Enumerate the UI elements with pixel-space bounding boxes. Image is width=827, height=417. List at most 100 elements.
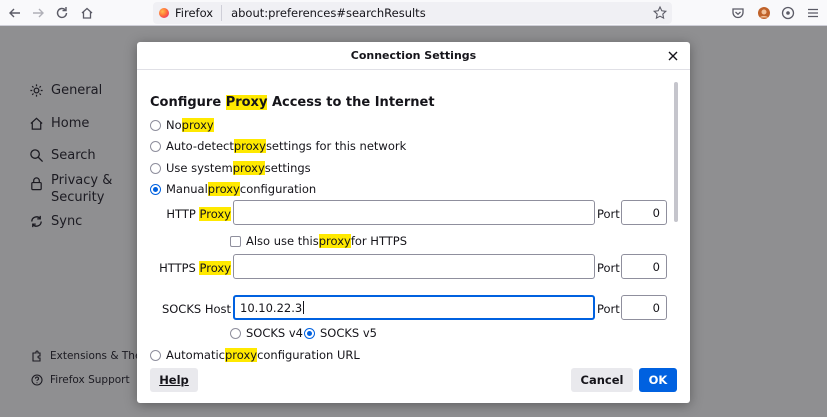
connection-settings-dialog: Connection Settings Configure Proxy Acce… xyxy=(137,42,690,403)
sidebar-item-label: Search xyxy=(51,147,96,163)
sidebar-item-label-2: Security xyxy=(51,190,105,205)
option-highlight: proxy xyxy=(224,348,258,362)
option-label-2: settings xyxy=(264,161,311,175)
lock-icon xyxy=(28,175,44,191)
search-icon xyxy=(28,147,44,163)
firefox-logo-icon xyxy=(159,8,169,18)
pocket-icon[interactable] xyxy=(728,3,748,23)
sidebar-item-privacy[interactable]: Privacy & Security xyxy=(28,172,112,206)
dialog-title: Connection Settings xyxy=(350,49,477,62)
option-label: SOCKS v4 xyxy=(246,326,304,340)
option-label: Automatic xyxy=(166,348,225,362)
radio-no-proxy[interactable]: No proxy xyxy=(150,118,214,132)
http-port-input[interactable]: 0 xyxy=(621,200,667,225)
sidebar-footer-label: Firefox Support xyxy=(50,373,130,386)
ok-button[interactable]: OK xyxy=(639,368,677,392)
socks-port-label: Port xyxy=(597,302,620,316)
radio-button[interactable] xyxy=(150,119,161,131)
sidebar-item-label: Privacy & xyxy=(51,173,113,188)
http-proxy-input[interactable] xyxy=(233,200,595,225)
reload-icon[interactable] xyxy=(52,3,72,23)
checkbox[interactable] xyxy=(230,235,241,247)
section-title-text: Configure xyxy=(150,95,226,110)
section-title-text-2: Access to the Internet xyxy=(267,95,435,110)
sidebar-item-label: General xyxy=(51,82,103,98)
radio-manual-proxy[interactable]: Manual proxy configuration xyxy=(150,182,316,196)
socks-host-value: 10.10.22.3 xyxy=(240,300,303,315)
label-highlight: Proxy xyxy=(199,261,231,275)
sidebar-item-sync[interactable]: Sync xyxy=(28,213,82,229)
home-icon[interactable] xyxy=(77,3,97,23)
also-use-for-https-checkbox[interactable]: Also use this proxy for HTTPS xyxy=(230,234,407,248)
sidebar-footer-support[interactable]: Firefox Support xyxy=(30,373,130,386)
help-button[interactable]: Help xyxy=(150,368,198,392)
option-label: Use system xyxy=(166,161,233,175)
radio-auto-detect[interactable]: Auto-detect proxy settings for this netw… xyxy=(150,139,406,153)
checkbox-highlight: proxy xyxy=(318,234,351,248)
radio-button[interactable] xyxy=(150,349,161,361)
sidebar-item-general[interactable]: General xyxy=(28,82,102,98)
radio-system-proxy[interactable]: Use system proxy settings xyxy=(150,161,311,175)
https-proxy-label: HTTPS Proxy xyxy=(151,261,231,275)
http-proxy-label: HTTP Proxy xyxy=(157,207,231,221)
extensions-icon[interactable] xyxy=(778,3,798,23)
sidebar-footer-extensions[interactable]: Extensions & The xyxy=(30,349,141,362)
https-proxy-input[interactable] xyxy=(233,254,595,279)
radio-auto-config-url[interactable]: Automatic proxy configuration URL xyxy=(150,348,360,362)
radio-button[interactable] xyxy=(304,327,315,339)
url-text[interactable]: about:preferences#searchResults xyxy=(222,6,426,20)
forward-arrow-icon[interactable] xyxy=(28,3,48,23)
http-port-label: Port xyxy=(597,207,620,221)
https-port-input[interactable]: 0 xyxy=(621,254,667,279)
section-title: Configure Proxy Access to the Internet xyxy=(150,95,435,110)
radio-button[interactable] xyxy=(150,162,161,174)
socks-host-input[interactable]: 10.10.22.3 xyxy=(233,295,595,320)
radio-button[interactable] xyxy=(150,140,161,152)
close-icon[interactable] xyxy=(665,48,681,64)
option-label: No xyxy=(166,118,182,132)
checkbox-label-2: for HTTPS xyxy=(350,234,408,248)
label-text: HTTPS xyxy=(159,261,200,275)
dialog-scrollbar[interactable] xyxy=(674,82,678,222)
url-bar[interactable]: Firefox about:preferences#searchResults xyxy=(153,2,672,24)
menu-icon[interactable] xyxy=(803,3,823,23)
option-highlight: proxy xyxy=(232,161,265,175)
bookmark-star-icon[interactable] xyxy=(652,5,668,21)
text-caret xyxy=(303,301,305,314)
sidebar-item-search[interactable]: Search xyxy=(28,147,96,163)
option-label-2: settings for this network xyxy=(265,139,407,153)
option-highlight: proxy xyxy=(233,139,266,153)
option-highlight: proxy xyxy=(181,118,214,132)
help-icon xyxy=(30,373,43,386)
sidebar-item-label: Home xyxy=(51,115,90,131)
label-highlight: Proxy xyxy=(199,207,231,221)
section-title-highlight: Proxy xyxy=(225,95,268,110)
back-arrow-icon[interactable] xyxy=(5,3,25,23)
sidebar-item-home[interactable]: Home xyxy=(28,115,89,131)
browser-toolbar: Firefox about:preferences#searchResults xyxy=(0,0,827,26)
sidebar-item-label: Sync xyxy=(51,213,83,229)
account-icon[interactable] xyxy=(754,3,774,23)
puzzle-icon xyxy=(30,349,43,362)
dialog-footer: Help Cancel OK xyxy=(137,365,690,403)
option-label: Manual xyxy=(166,182,208,196)
radio-button[interactable] xyxy=(230,327,241,339)
https-port-label: Port xyxy=(597,261,620,275)
cancel-button[interactable]: Cancel xyxy=(571,368,633,392)
identity-box[interactable]: Firefox xyxy=(153,5,223,21)
identity-label: Firefox xyxy=(175,6,214,20)
option-label: Auto-detect xyxy=(166,139,234,153)
sync-icon xyxy=(28,213,44,229)
radio-socks-v5[interactable]: SOCKS v5 xyxy=(304,326,377,340)
option-highlight: proxy xyxy=(207,182,240,196)
radio-button[interactable] xyxy=(150,183,161,195)
gear-icon xyxy=(28,82,44,98)
dialog-header: Connection Settings xyxy=(137,42,690,70)
option-label: SOCKS v5 xyxy=(320,326,378,340)
radio-socks-v4[interactable]: SOCKS v4 xyxy=(230,326,303,340)
label-text: HTTP xyxy=(166,207,200,221)
home-icon xyxy=(28,115,44,131)
socks-host-label: SOCKS Host xyxy=(161,302,231,316)
socks-port-input[interactable]: 0 xyxy=(621,295,667,320)
button-label: Help xyxy=(159,373,189,387)
